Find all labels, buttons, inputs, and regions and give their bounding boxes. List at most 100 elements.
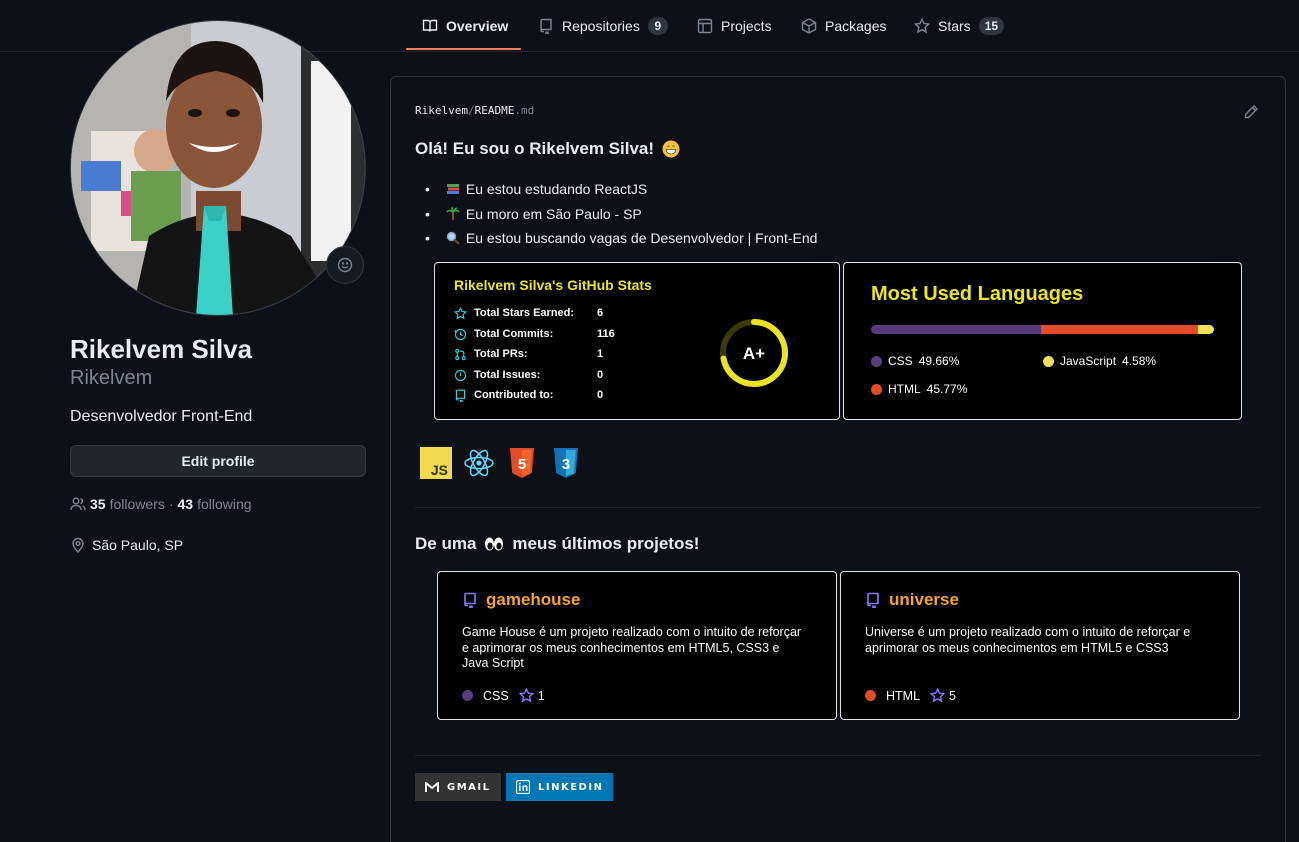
- stat-label: Total Commits:: [474, 328, 554, 340]
- stat-label: Total Stars Earned:: [474, 307, 575, 319]
- language-percent: 4.58%: [1122, 354, 1157, 368]
- react-icon[interactable]: [463, 447, 495, 479]
- tab-stars[interactable]: Stars 15: [914, 0, 1005, 51]
- linkedin-icon: [516, 780, 530, 794]
- language-item-html: HTML 45.77%: [871, 382, 967, 396]
- stat-row: Total Stars Earned: 6: [454, 303, 603, 323]
- stat-value: 1: [597, 348, 604, 360]
- readme-owner-link[interactable]: Rikelvem: [415, 104, 468, 117]
- stat-row: Contributed to: 0: [454, 385, 603, 405]
- language-item-javascript: JavaScript 4.58%: [1043, 354, 1156, 368]
- project-description: Game House é um projeto realizado com o …: [462, 625, 802, 670]
- language-percent: 49.66%: [918, 354, 960, 368]
- projects-heading: De uma meus últimos projetos!: [415, 534, 699, 554]
- divider: [415, 507, 1261, 508]
- history-icon: [454, 328, 467, 340]
- avatar-photo: [71, 21, 365, 315]
- language-item-css: CSS 49.66%: [871, 354, 959, 368]
- javascript-logo-text: JS: [431, 462, 448, 478]
- repo-icon: [540, 18, 552, 34]
- javascript-icon[interactable]: JS: [420, 447, 452, 479]
- language-bar-segment-css: [871, 325, 1042, 334]
- avatar[interactable]: [70, 20, 366, 316]
- gmail-badge[interactable]: GMAIL: [415, 773, 501, 801]
- tab-repositories[interactable]: Repositories 9: [538, 0, 668, 51]
- books-emoji-icon: [446, 184, 459, 195]
- profile-fullname: Rikelvem Silva: [70, 334, 253, 364]
- project-name: universe: [889, 590, 959, 609]
- top-languages-card[interactable]: Most Used Languages CSS 49.66% JavaScript…: [843, 262, 1242, 420]
- css3-icon[interactable]: 3: [550, 447, 582, 479]
- github-stats-card[interactable]: Rikelvem Silva's GitHub Stats Total Star…: [434, 262, 840, 420]
- star-icon: [518, 688, 534, 703]
- project-stars: 5: [949, 688, 956, 703]
- readme-path: Rikelvem/README.md: [415, 104, 534, 117]
- profile-login: Rikelvem: [70, 367, 153, 389]
- location-text: São Paulo, SP: [92, 537, 184, 553]
- stat-value: 0: [597, 369, 604, 381]
- bullet-text: Eu estou buscando vagas de Desenvolvedor…: [465, 230, 818, 247]
- project-title[interactable]: universe: [865, 590, 959, 610]
- following-count[interactable]: 43: [178, 496, 194, 512]
- gmail-icon: [425, 781, 439, 792]
- path-slash: /: [467, 104, 475, 117]
- stat-label: Total Issues:: [474, 369, 541, 381]
- palm-tree-emoji-icon: [446, 206, 460, 220]
- project-language: CSS: [483, 688, 509, 703]
- html5-logo-text: 5: [518, 456, 526, 473]
- repo-icon: [455, 389, 466, 402]
- project-meta: CSS 1: [462, 688, 545, 703]
- stat-row: Total Issues: 0: [454, 365, 603, 385]
- edit-readme-button[interactable]: [1243, 104, 1261, 122]
- profile-location: São Paulo, SP: [70, 537, 183, 553]
- readme-bullets: Eu estou estudando ReactJS Eu moro em Sã…: [425, 177, 817, 251]
- tab-label: Overview: [446, 17, 509, 34]
- followers-count[interactable]: 35: [90, 496, 106, 512]
- profile-bio: Desenvolvedor Front-End: [70, 408, 253, 425]
- readme-greeting-heading: Olá! Eu sou o Rikelvem Silva!: [415, 139, 680, 159]
- project-card-universe[interactable]: universe Universe é um projeto realizado…: [840, 571, 1240, 720]
- people-icon: [70, 497, 86, 511]
- repo-icon: [867, 592, 879, 608]
- bullet-text: Eu estou estudando ReactJS: [465, 181, 648, 198]
- package-icon: [801, 17, 817, 34]
- stat-label: Contributed to:: [474, 389, 554, 401]
- star-icon: [454, 306, 467, 319]
- greeting-text: Olá! Eu sou o Rikelvem Silva!: [415, 139, 655, 158]
- project-title[interactable]: gamehouse: [462, 590, 580, 610]
- html5-icon[interactable]: 5: [506, 447, 538, 479]
- language-name: HTML: [888, 382, 921, 396]
- stats-title: Rikelvem Silva's GitHub Stats: [454, 277, 652, 293]
- location-icon: [72, 537, 84, 553]
- project-card-gamehouse[interactable]: gamehouse Game House é um projeto realiz…: [437, 571, 837, 720]
- grin-emoji-icon: [662, 140, 680, 158]
- stars-count-badge: 15: [978, 16, 1005, 35]
- project-stars: 1: [537, 688, 545, 703]
- stat-value: 0: [597, 389, 604, 401]
- readme-file-link[interactable]: README: [475, 104, 515, 117]
- pencil-icon: [1244, 105, 1258, 119]
- rank-ring: A+: [720, 319, 788, 387]
- languages-title: Most Used Languages: [871, 283, 1084, 305]
- language-bar-segment-javascript: [1198, 325, 1214, 334]
- following-link[interactable]: following: [197, 496, 251, 512]
- pull-request-icon: [455, 348, 466, 360]
- smiley-icon: [337, 257, 353, 273]
- language-color-dot: [871, 355, 882, 367]
- language-name: JavaScript: [1060, 354, 1117, 368]
- language-color-dot: [1043, 355, 1054, 367]
- set-status-button[interactable]: [326, 246, 364, 284]
- readme-file-ext: .md: [514, 104, 535, 117]
- badge-label: GMAIL: [447, 781, 491, 793]
- tab-overview[interactable]: Overview: [422, 0, 508, 51]
- tab-projects[interactable]: Projects: [697, 0, 772, 51]
- tab-packages[interactable]: Packages: [801, 0, 886, 51]
- followers-link[interactable]: followers: [110, 496, 165, 512]
- badge-label: LINKEDIN: [538, 781, 604, 793]
- edit-profile-button[interactable]: Edit profile: [70, 445, 366, 477]
- language-color-dot: [462, 690, 473, 701]
- linkedin-badge[interactable]: LINKEDIN: [506, 773, 614, 801]
- eyes-emoji-icon: [485, 537, 504, 551]
- stat-row: Total Commits: 116: [454, 324, 615, 344]
- language-name: CSS: [888, 354, 913, 368]
